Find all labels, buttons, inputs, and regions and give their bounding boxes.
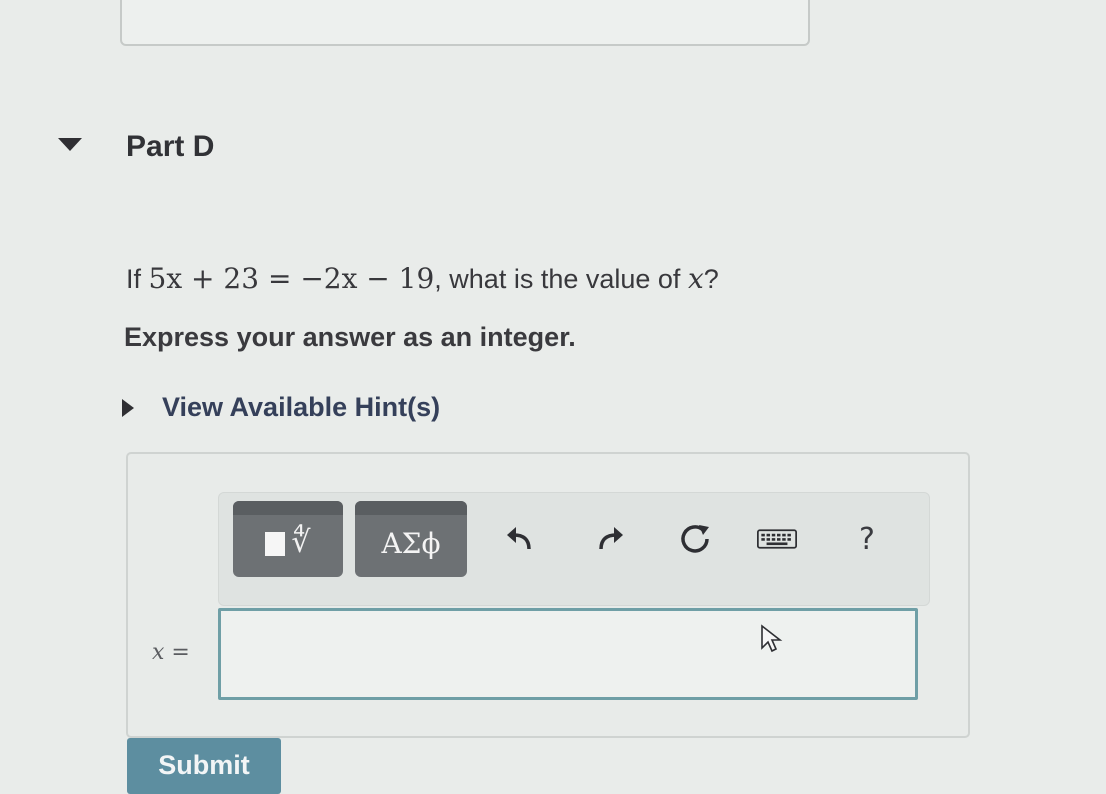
- equation-equals: =: [267, 262, 292, 295]
- answer-panel: ∜ ΑΣϕ ? x =: [126, 452, 970, 738]
- math-toolbar: ∜ ΑΣϕ ?: [218, 492, 930, 606]
- redo-icon[interactable]: [591, 519, 631, 559]
- keyboard-icon[interactable]: [757, 519, 797, 559]
- question-text: If 5x + 23 = −2x − 19, what is the value…: [126, 262, 719, 295]
- answer-instruction: Express your answer as an integer.: [124, 322, 576, 352]
- view-hints-link[interactable]: View Available Hint(s): [122, 392, 440, 423]
- view-hints-label: View Available Hint(s): [162, 392, 441, 422]
- answer-variable: x: [152, 640, 165, 665]
- reset-icon[interactable]: [675, 519, 715, 559]
- part-title: Part D: [126, 130, 215, 163]
- symbols-button[interactable]: ΑΣϕ: [355, 501, 467, 577]
- answer-variable-label: x =: [152, 640, 190, 665]
- equation-right: −2x − 19: [300, 262, 435, 295]
- previous-part-box: [120, 0, 810, 46]
- question-prefix: If: [126, 264, 142, 294]
- template-square-icon: [265, 532, 286, 556]
- expand-triangle-icon: [122, 398, 134, 417]
- question-variable: x: [687, 262, 704, 295]
- question-suffix: , what is the value of: [434, 264, 681, 294]
- radical-icon: ∜: [291, 524, 311, 560]
- mouse-pointer-icon: [760, 624, 784, 659]
- help-button[interactable]: ?: [847, 519, 887, 559]
- equation-left: 5x + 23: [148, 262, 260, 295]
- templates-button[interactable]: ∜: [233, 501, 343, 577]
- answer-input[interactable]: [218, 608, 918, 700]
- undo-icon[interactable]: [499, 519, 539, 559]
- answer-equals: =: [171, 640, 190, 665]
- submit-button[interactable]: Submit: [127, 738, 281, 794]
- symbols-label: ΑΣϕ: [381, 526, 441, 560]
- collapse-triangle-icon[interactable]: [58, 138, 82, 151]
- equation: 5x + 23 = −2x − 19: [149, 262, 435, 295]
- question-end: ?: [703, 264, 719, 294]
